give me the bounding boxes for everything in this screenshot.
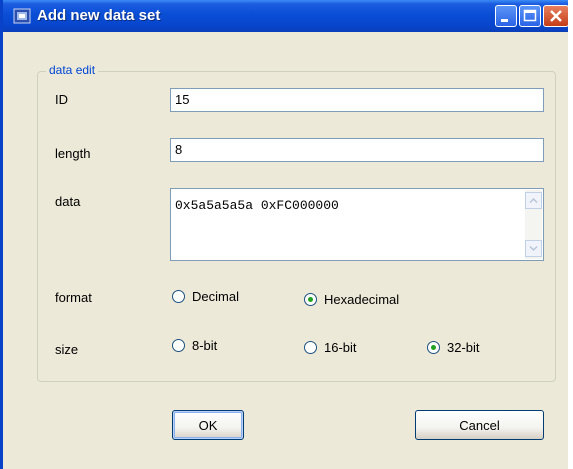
size-8bit-label: 8-bit [192,338,218,353]
ok-button[interactable]: OK [172,410,244,440]
data-textarea[interactable]: 0x5a5a5a5a 0xFC000000 [170,188,544,261]
size-16bit-label: 16-bit [324,340,357,355]
close-icon [550,10,562,22]
id-input[interactable]: 15 [170,88,544,112]
radio-icon [172,339,185,352]
title-bar[interactable]: Add new data set [3,0,571,32]
minimize-icon [501,19,508,22]
radio-icon [172,290,185,303]
id-label: ID [55,92,68,107]
data-label: data [55,194,81,209]
format-hexadecimal-radio[interactable]: Hexadecimal [304,292,399,307]
format-decimal-radio[interactable]: Decimal [172,289,239,304]
data-scrollbar[interactable] [525,190,542,259]
length-label: length [55,146,91,161]
size-32bit-label: 32-bit [447,340,480,355]
window-title: Add new data set [37,7,161,24]
format-decimal-label: Decimal [192,289,239,304]
chevron-up-icon [529,197,538,204]
format-hexadecimal-label: Hexadecimal [324,292,400,307]
format-label: format [55,290,92,305]
size-16bit-radio[interactable]: 16-bit [304,340,357,355]
scroll-up-button[interactable] [525,192,542,209]
window-edge [568,0,573,469]
maximize-button[interactable] [519,5,541,27]
radio-selected-icon [427,341,440,354]
length-input[interactable]: 8 [170,138,544,162]
chevron-down-icon [529,245,538,252]
size-8bit-radio[interactable]: 8-bit [172,338,217,353]
size-label: size [55,342,79,357]
group-legend: data edit [46,63,99,77]
data-textarea-text: 0x5a5a5a5a 0xFC000000 [175,198,339,213]
radio-selected-icon [304,293,317,306]
cancel-button[interactable]: Cancel [415,410,544,440]
size-32bit-radio[interactable]: 32-bit [427,340,480,355]
radio-icon [304,341,317,354]
scroll-down-button[interactable] [525,240,542,257]
app-icon [13,8,31,24]
maximize-icon [523,9,537,22]
close-button[interactable] [543,5,569,27]
minimize-button[interactable] [495,5,517,27]
